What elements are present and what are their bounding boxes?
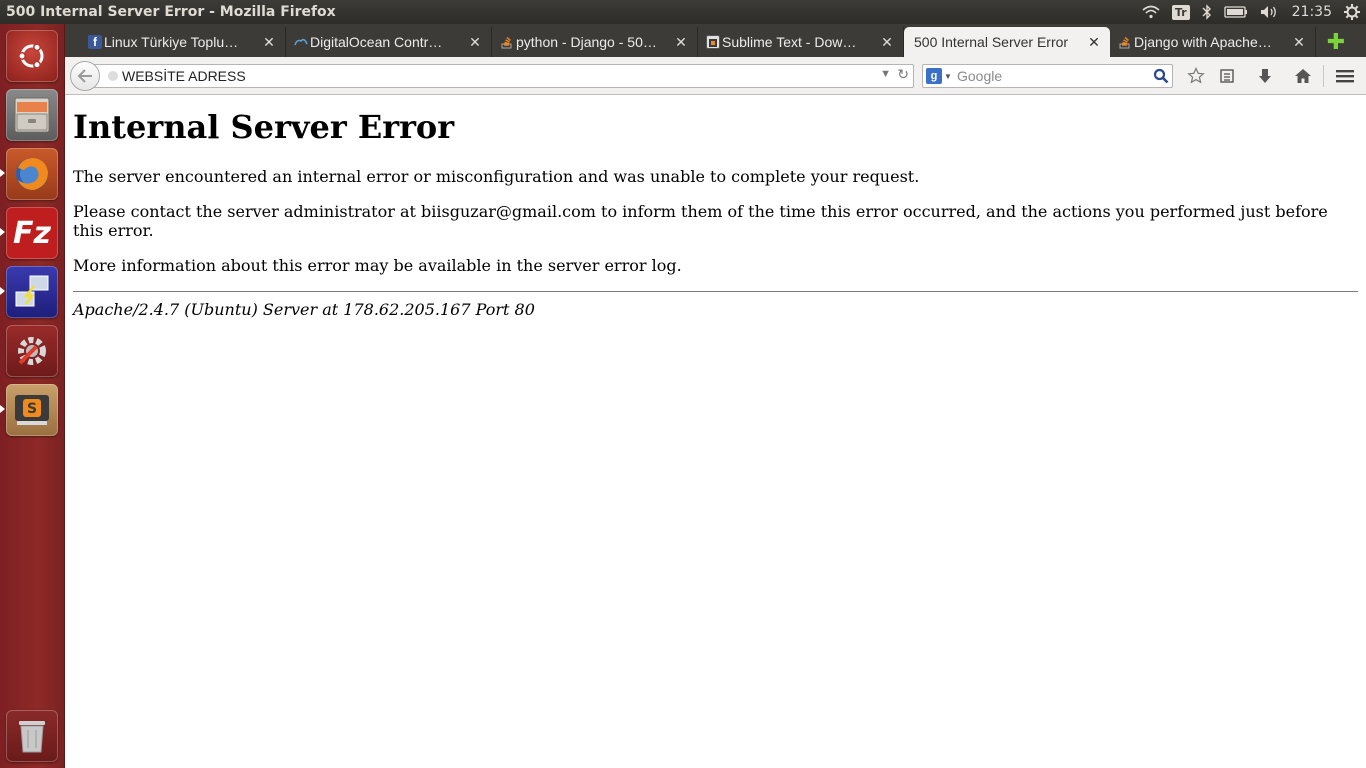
system-settings-icon[interactable] (6, 325, 58, 377)
files-icon[interactable] (6, 89, 58, 141)
contact-admin-message: Please contact the server administrator … (73, 202, 1328, 240)
tab-label: Linux Türkiye Toplu… (104, 34, 239, 50)
tab-label: Django with Apache… (1134, 34, 1272, 50)
digitalocean-icon (294, 35, 308, 49)
tab-label: Sublime Text - Dow… (722, 34, 857, 50)
history-dropdown-icon[interactable]: ▼ (880, 68, 891, 80)
bluetooth-icon[interactable] (1196, 0, 1218, 24)
search-magnifier-icon[interactable] (1150, 65, 1172, 87)
search-input[interactable] (957, 68, 1150, 84)
tab-digitalocean[interactable]: DigitalOcean Contr… ✕ (286, 27, 492, 57)
bookmarks-menu-icon[interactable] (1216, 66, 1238, 86)
error-message: The server encountered an internal error… (73, 167, 920, 186)
downloads-arrow-icon[interactable] (1254, 66, 1276, 86)
trash-icon[interactable] (6, 710, 58, 762)
clock[interactable]: 21:35 (1286, 0, 1338, 24)
ubuntu-dash-icon[interactable] (6, 30, 58, 82)
server-signature: Apache/2.4.7 (Ubuntu) Server at 178.62.2… (73, 300, 535, 319)
tab-linux-turkiye[interactable]: f Linux Türkiye Toplu… ✕ (80, 27, 286, 57)
close-tab-icon[interactable]: ✕ (879, 34, 895, 51)
close-tab-icon[interactable]: ✕ (467, 34, 483, 51)
sublime-icon (706, 35, 720, 49)
running-indicator (0, 405, 5, 413)
firefox-icon[interactable] (6, 148, 58, 200)
tab-django-500[interactable]: python - Django - 50… ✕ (492, 27, 698, 57)
tab-sublime-text[interactable]: Sublime Text - Dow… ✕ (698, 27, 904, 57)
search-bar: g ▼ (922, 64, 1173, 88)
tab-label: DigitalOcean Contr… (310, 34, 443, 50)
tab-500-internal-server-error[interactable]: 500 Internal Server Error ✕ (904, 27, 1110, 57)
home-icon[interactable] (1292, 66, 1314, 86)
back-arrow-icon[interactable] (70, 61, 100, 91)
bookmark-star-icon[interactable] (1185, 66, 1207, 86)
navigation-toolbar: WEBSİTE ADRESS ▼ ↻ g ▼ (65, 57, 1366, 95)
tab-label: python - Django - 50… (516, 34, 657, 50)
chevron-down-icon: ▼ (944, 71, 952, 81)
stackoverflow-icon (500, 35, 514, 49)
keyboard-layout-indicator[interactable]: Tr (1166, 0, 1196, 24)
toolbar-separator (1323, 65, 1324, 87)
facebook-icon: f (88, 35, 102, 49)
close-tab-icon[interactable]: ✕ (261, 34, 277, 51)
error-heading: Internal Server Error (73, 108, 455, 146)
tab-label: 500 Internal Server Error (914, 34, 1069, 50)
close-tab-icon[interactable]: ✕ (673, 34, 689, 51)
network-tool-icon[interactable] (6, 266, 58, 318)
close-tab-icon[interactable]: ✕ (1291, 34, 1307, 51)
running-indicator (0, 287, 5, 295)
divider (73, 291, 1358, 292)
volume-icon[interactable] (1254, 0, 1286, 24)
indicator-area: Tr 21:35 (1136, 0, 1366, 24)
hamburger-menu-icon[interactable] (1334, 66, 1356, 86)
battery-icon[interactable] (1218, 0, 1254, 24)
tab-strip: f Linux Türkiye Toplu… ✕ DigitalOcean Co… (65, 24, 1366, 57)
tab-django-with-apache[interactable]: Django with Apache… ✕ (1110, 27, 1316, 57)
site-identity-icon[interactable] (108, 71, 118, 81)
svg-text:S: S (27, 401, 37, 417)
error-log-message: More information about this error may be… (73, 256, 682, 275)
address-url: WEBSİTE ADRESS (122, 68, 246, 84)
unity-launcher: Fz S (0, 24, 65, 768)
filezilla-icon[interactable]: Fz (6, 207, 58, 259)
search-engine-selector[interactable]: g ▼ (923, 65, 957, 87)
google-icon: g (926, 68, 942, 84)
stackoverflow-icon (1118, 35, 1132, 49)
new-tab-plus-icon[interactable]: ✚ (1316, 27, 1356, 57)
address-bar[interactable]: WEBSİTE ADRESS ▼ ↻ (87, 64, 914, 88)
keyboard-layout-label: Tr (1171, 4, 1190, 20)
running-indicator (0, 169, 5, 177)
session-gear-icon[interactable] (1338, 0, 1366, 24)
window-title: 500 Internal Server Error - Mozilla Fire… (6, 4, 336, 20)
sublime-text-icon[interactable]: S (6, 384, 58, 436)
close-tab-icon[interactable]: ✕ (1086, 34, 1102, 51)
wifi-icon[interactable] (1136, 0, 1166, 24)
page-content: Internal Server Error The server encount… (65, 96, 1366, 768)
running-indicator (0, 228, 5, 236)
top-panel: 500 Internal Server Error - Mozilla Fire… (0, 0, 1366, 24)
reload-icon[interactable]: ↻ (897, 66, 909, 83)
